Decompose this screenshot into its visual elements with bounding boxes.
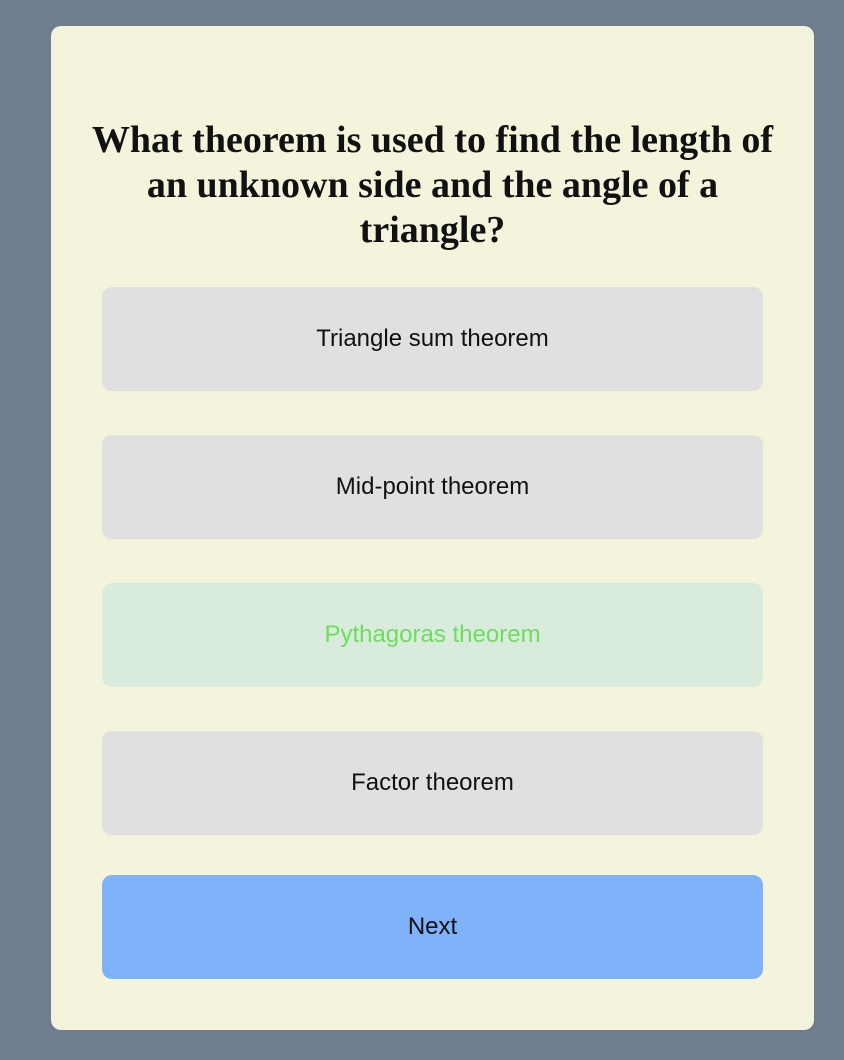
answer-label: Mid-point theorem (335, 473, 530, 500)
next-button-label: Next (407, 913, 458, 940)
question-text: What theorem is used to find the length … (91, 119, 774, 251)
answer-option-mid-point[interactable]: Mid-point theorem (102, 435, 763, 539)
answer-label: Pythagoras theorem (324, 621, 541, 648)
quiz-card: What theorem is used to find the length … (51, 26, 814, 1030)
answer-label: Factor theorem (351, 769, 514, 796)
answer-list: Triangle sum theorem Mid-point theorem P… (102, 287, 763, 879)
answer-option-factor[interactable]: Factor theorem (102, 731, 763, 835)
answer-label: Triangle sum theorem (316, 325, 549, 352)
next-button[interactable]: Next (102, 875, 763, 979)
answer-option-triangle-sum[interactable]: Triangle sum theorem (102, 287, 763, 391)
answer-option-pythagoras[interactable]: Pythagoras theorem (102, 583, 763, 687)
